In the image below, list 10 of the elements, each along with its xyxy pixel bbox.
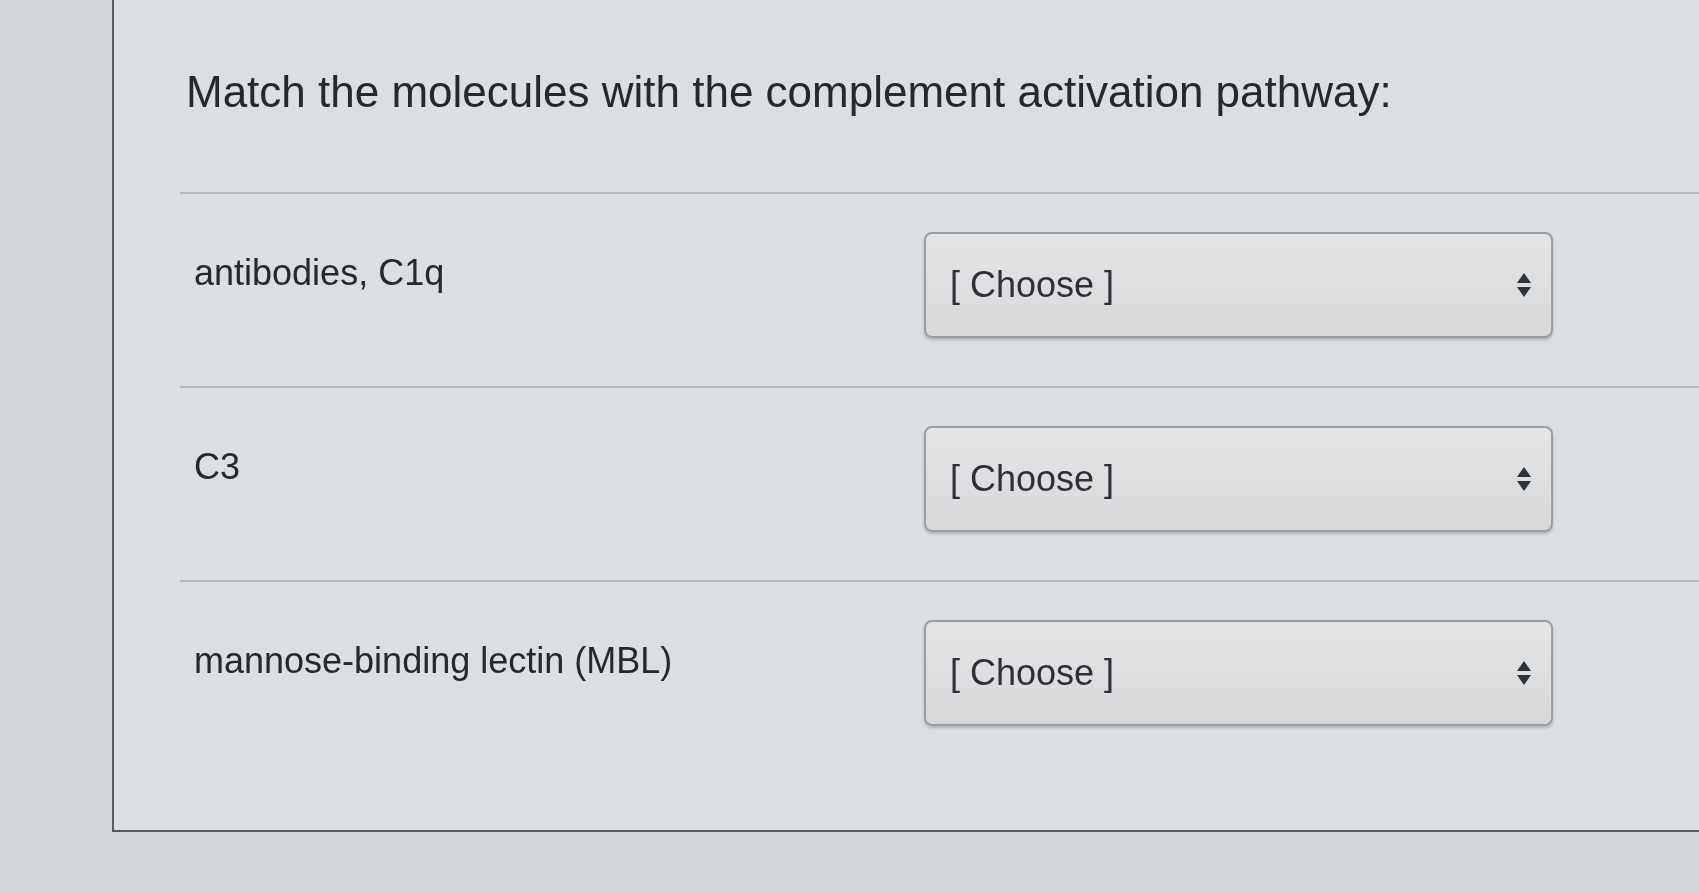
term-label: mannose-binding lectin (MBL) [194,640,673,681]
term-label: antibodies, C1q [194,252,445,293]
up-down-arrows-icon [1517,273,1531,297]
dropdown-select[interactable]: [ Choose ] [924,426,1553,532]
up-down-arrows-icon [1517,467,1531,491]
up-down-arrows-icon [1517,661,1531,685]
question-title: Match the molecules with the complement activation pathway: [186,66,1392,118]
dropdown-select[interactable]: [ Choose ] [924,232,1553,338]
term-label: C3 [194,446,241,487]
dropdown-select[interactable]: [ Choose ] [924,620,1553,726]
